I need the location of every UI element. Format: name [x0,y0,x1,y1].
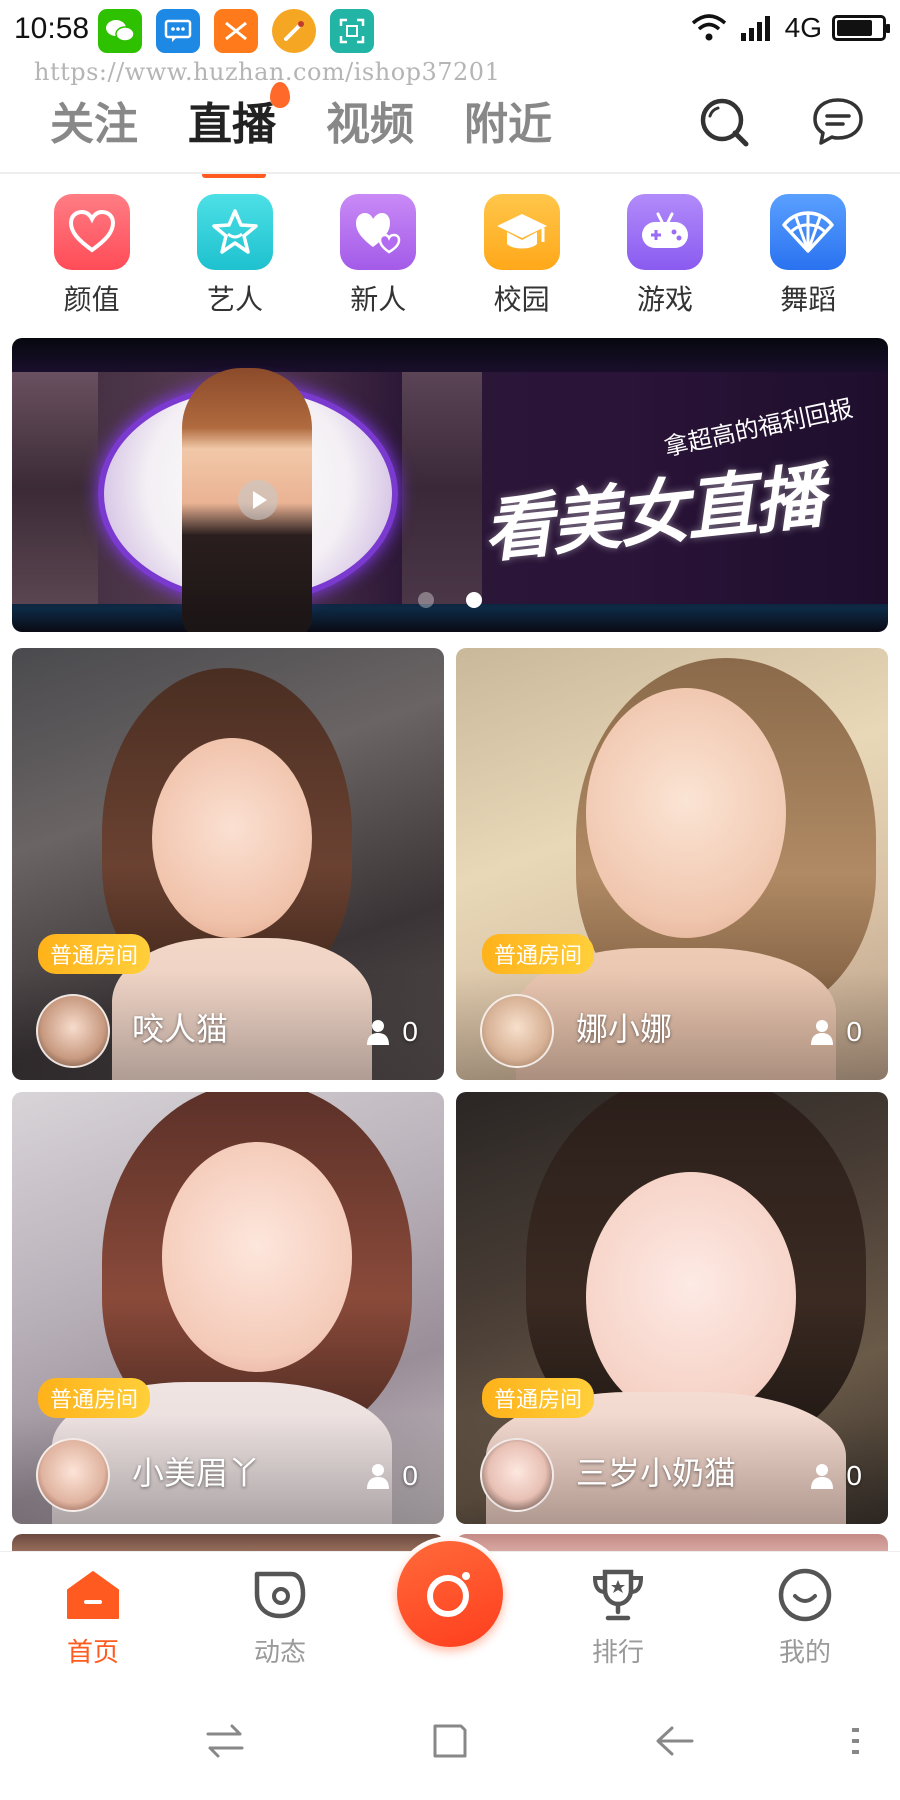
avatar[interactable] [36,1438,110,1512]
pagination-dot-active [466,592,482,608]
category-label: 校园 [493,283,550,316]
user-icon [367,1020,390,1045]
viewer-count: 0 [810,1016,862,1048]
user-icon [367,1464,390,1489]
tab-follow[interactable]: 关注 [50,88,138,152]
search-icon[interactable] [696,94,752,150]
room-host-name: 三岁小奶猫 [576,1454,737,1492]
viewer-count-value: 0 [402,1016,418,1047]
menu-dots-icon[interactable] [830,1716,880,1766]
nav-mine-label: 我的 [778,1638,831,1668]
star-icon [196,194,273,270]
battery-level [837,20,872,36]
banner-thumbnails-left [12,372,98,604]
nav-divider [0,172,900,174]
category-game[interactable]: 游戏 [610,194,720,318]
nav-feed-label: 动态 [253,1638,306,1668]
viewer-count: 0 [366,1460,418,1492]
avatar[interactable] [480,994,554,1068]
status-time: 10:58 [14,12,90,45]
room-host-name: 娜小娜 [576,1010,673,1048]
live-room-card[interactable]: 普通房间 三岁小奶猫 0 [456,1092,888,1524]
viewer-count: 0 [366,1016,418,1048]
recent-apps-icon[interactable] [200,1716,250,1766]
feed-icon [254,1571,306,1619]
nav-mine[interactable]: 我的 [745,1566,865,1669]
gamepad-icon [626,194,703,270]
tab-video[interactable]: 视频 [326,88,414,152]
status-bar: 10:58 4G [0,0,900,60]
user-icon [811,1464,834,1489]
play-icon [238,480,278,520]
category-dance[interactable]: 舞蹈 [753,194,863,318]
live-room-card[interactable]: 普通房间 小美眉丫 0 [12,1092,444,1524]
graduation-cap-icon [483,194,560,270]
nav-feed[interactable]: 动态 [220,1566,340,1669]
watermark: https://www.huzhan.com/ishop37201 [34,58,501,86]
nav-home[interactable]: 首页 [33,1566,153,1669]
category-beauty[interactable]: 颜值 [37,194,147,318]
wifi-icon [691,14,726,41]
banner-thumbnails-right [402,372,482,604]
user-icon [811,1020,834,1045]
category-label: 颜值 [63,283,120,316]
go-live-button-inner [397,1541,503,1647]
category-artist[interactable]: 艺人 [180,194,290,318]
home-icon [67,1571,119,1619]
viewer-count: 0 [810,1460,862,1492]
live-room-card[interactable]: 普通房间 咬人猫 0 [12,648,444,1080]
live-room-card[interactable]: 普通房间 娜小娜 0 [456,648,888,1080]
banner-pagination [12,592,888,608]
top-tabs: 关注 直播 视频 附近 [50,82,552,178]
wechat-icon [98,9,142,53]
message-icon [156,9,200,53]
nav-ranking-label: 排行 [591,1638,644,1668]
heart-icon [53,194,130,270]
promo-banner[interactable]: 拿超高的福利回报 看美女直播 [12,338,888,632]
signal-icon [740,16,770,41]
category-label: 艺人 [206,283,263,316]
viewer-count-value: 0 [846,1460,862,1491]
tab-nearby[interactable]: 附近 [464,88,552,152]
category-campus[interactable]: 校园 [467,194,577,318]
shuffle-icon [214,9,258,53]
category-newcomer[interactable]: 新人 [323,194,433,318]
viewer-count-value: 0 [846,1016,862,1047]
brush-icon [272,9,316,53]
category-label: 舞蹈 [780,283,837,316]
pagination-dot [418,592,434,608]
nav-home-label: 首页 [66,1638,119,1668]
go-live-button[interactable] [392,1536,508,1652]
room-type-badge: 普通房间 [38,934,151,974]
chat-icon[interactable] [810,94,866,150]
room-type-badge: 普通房间 [482,1378,595,1418]
viewer-count-value: 0 [402,1460,418,1491]
avatar[interactable] [480,1438,554,1512]
system-navigation [0,1680,900,1800]
room-type-badge: 普通房间 [482,934,595,974]
fan-icon [770,194,847,270]
back-icon[interactable] [650,1716,700,1766]
battery-icon [832,15,890,41]
category-label: 游戏 [636,283,693,316]
nav-ranking[interactable]: 排行 [558,1566,678,1669]
avatar[interactable] [36,994,110,1068]
tab-live[interactable]: 直播 [188,82,290,178]
camera-icon [427,1572,470,1617]
room-host-name: 小美眉丫 [132,1454,261,1492]
room-host-name: 咬人猫 [132,1010,229,1048]
live-room-grid: 普通房间 咬人猫 0 普通房间 娜小娜 0 普通房间 小美眉丫 0 普通房间 三… [12,648,888,1524]
flame-icon [270,82,290,108]
category-label: 新人 [350,283,407,316]
network-type: 4G [784,12,822,43]
status-right: 4G [689,12,890,44]
scan-icon [330,9,374,53]
trophy-icon [592,1569,644,1621]
room-type-badge: 普通房间 [38,1378,151,1418]
home-button-icon[interactable] [425,1716,475,1766]
hearts-icon [340,194,417,270]
profile-icon [778,1568,832,1622]
category-bar: 颜值 艺人 新人 校园 游戏 舞蹈 [0,194,900,318]
